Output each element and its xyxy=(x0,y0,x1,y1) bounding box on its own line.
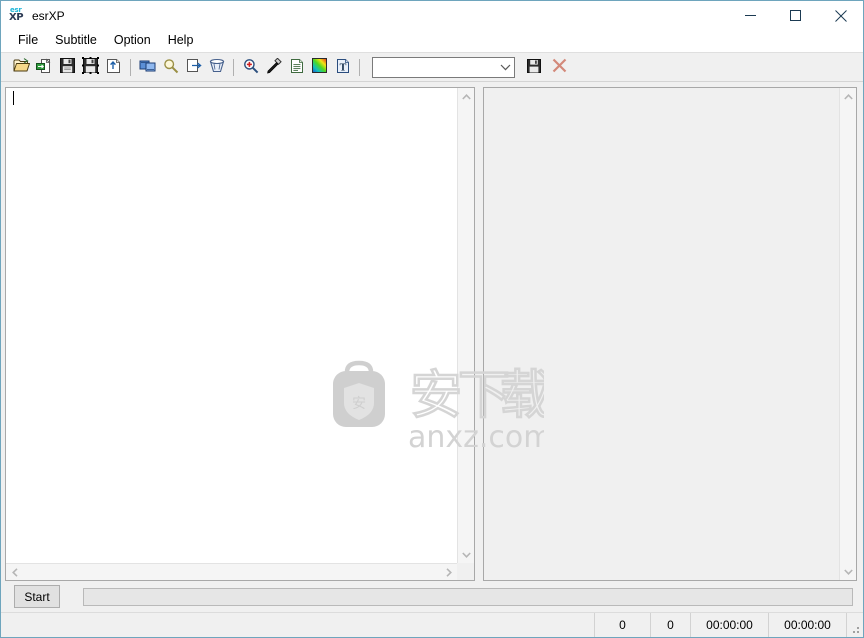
bottom-bar: Start xyxy=(1,581,863,612)
toolbar: T xyxy=(1,53,863,82)
toolbar-colors-button[interactable] xyxy=(308,56,331,78)
save-icon xyxy=(526,58,541,76)
toolbar-open-video-button[interactable] xyxy=(33,56,56,78)
chevron-down-icon[interactable] xyxy=(497,58,514,77)
resize-grip[interactable] xyxy=(847,613,863,637)
app-logo-xp-text: XP xyxy=(9,11,24,23)
open-window-icon xyxy=(186,58,202,76)
open-folder-icon xyxy=(13,58,30,76)
save-video-icon xyxy=(36,58,53,77)
subtitle-text-editor[interactable] xyxy=(5,87,475,581)
film-icon xyxy=(139,58,157,76)
status-time-1: 00:00:00 xyxy=(691,613,769,637)
save-icon xyxy=(60,58,75,76)
menu-item-file[interactable]: File xyxy=(10,31,47,51)
toolbar-pick-color-button[interactable] xyxy=(262,56,285,78)
status-time-2: 00:00:00 xyxy=(769,613,847,637)
toolbar-video-button[interactable] xyxy=(136,56,159,78)
app-logo-icon: esr XP xyxy=(9,6,25,24)
toolbar-text-button[interactable]: T xyxy=(331,56,354,78)
document-lines-icon xyxy=(290,58,304,77)
toolbar-export-button[interactable] xyxy=(102,56,125,78)
toolbar-open-button[interactable] xyxy=(10,56,33,78)
scroll-down-icon[interactable] xyxy=(840,563,857,580)
minimize-button[interactable] xyxy=(728,1,773,30)
toolbar-clear-button[interactable] xyxy=(205,56,228,78)
toolbar-open-window-button[interactable] xyxy=(182,56,205,78)
menu-bar: File Subtitle Option Help xyxy=(1,30,863,53)
preview-panel-area[interactable] xyxy=(484,88,839,580)
toolbar-save-button[interactable] xyxy=(56,56,79,78)
scrollbar-corner xyxy=(457,563,474,580)
profile-combobox[interactable] xyxy=(372,56,515,78)
toolbar-find-button[interactable] xyxy=(159,56,182,78)
menu-item-help[interactable]: Help xyxy=(160,31,203,51)
progress-bar xyxy=(83,587,853,606)
svg-text:T: T xyxy=(339,63,346,73)
left-horizontal-scrollbar[interactable] xyxy=(6,563,457,580)
delete-x-icon xyxy=(552,58,567,76)
eyedropper-icon xyxy=(266,57,282,77)
toolbar-document-button[interactable] xyxy=(285,56,308,78)
save-as-icon xyxy=(82,57,99,77)
maximize-button[interactable] xyxy=(773,1,818,30)
close-button[interactable] xyxy=(818,1,863,30)
scroll-right-icon[interactable] xyxy=(440,564,457,581)
menu-item-subtitle[interactable]: Subtitle xyxy=(47,31,106,51)
zoom-in-icon xyxy=(243,58,259,77)
window-controls xyxy=(728,1,863,30)
window-title: esrXP xyxy=(32,8,65,23)
status-count-2: 0 xyxy=(651,613,691,637)
toolbar-separator xyxy=(130,58,131,76)
text-caret xyxy=(13,91,14,105)
toolbar-save-as-button[interactable] xyxy=(79,56,102,78)
title-bar: esr XP esrXP xyxy=(1,1,863,30)
status-count-1: 0 xyxy=(595,613,651,637)
text-document-icon: T xyxy=(336,58,350,77)
main-content: 安 安 下 载 anxz.com xyxy=(1,82,863,581)
scroll-up-icon[interactable] xyxy=(458,88,475,105)
delete-profile-button[interactable] xyxy=(548,56,571,78)
save-profile-button[interactable] xyxy=(522,56,545,78)
scroll-down-icon[interactable] xyxy=(458,546,475,563)
color-gradient-icon xyxy=(312,58,327,76)
start-button[interactable]: Start xyxy=(14,585,60,608)
clear-icon xyxy=(209,58,225,77)
scroll-up-icon[interactable] xyxy=(840,88,857,105)
preview-panel[interactable] xyxy=(483,87,857,581)
status-message xyxy=(1,613,595,637)
toolbar-separator xyxy=(233,58,234,76)
toolbar-zoom-in-button[interactable] xyxy=(239,56,262,78)
toolbar-separator xyxy=(359,58,360,76)
left-vertical-scrollbar[interactable] xyxy=(457,88,474,563)
application-window: esr XP esrXP File Subtitle Option Help T… xyxy=(0,0,864,638)
status-bar: 0 0 00:00:00 00:00:00 xyxy=(1,612,863,637)
right-vertical-scrollbar[interactable] xyxy=(839,88,856,580)
export-icon xyxy=(106,58,121,77)
subtitle-text-editor-area[interactable] xyxy=(6,88,457,563)
menu-item-option[interactable]: Option xyxy=(106,31,160,51)
scroll-left-icon[interactable] xyxy=(6,564,23,581)
magnifier-icon xyxy=(163,58,179,77)
